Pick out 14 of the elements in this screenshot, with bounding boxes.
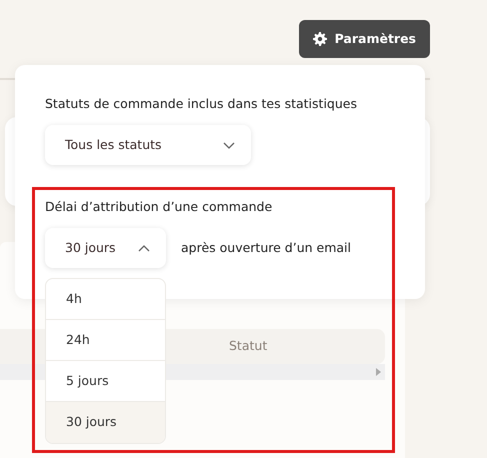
field-label: Statuts de commande inclus dans tes statistiques [45,95,358,113]
scroll-right-icon[interactable] [376,368,381,376]
dropdown-option[interactable]: 4h [46,279,165,320]
column-header: Statut [229,337,268,356]
chevron-up-icon [138,244,150,252]
field-label: Délai d’attribution d’une commande [45,198,274,216]
dropdown-select[interactable]: 30 jours [45,228,166,268]
settings-button[interactable]: Paramètres [298,20,430,58]
gear-icon [312,32,327,46]
dropdown-option[interactable]: 30 jours [46,402,165,443]
dropdown-select[interactable]: Tous les statuts [45,125,251,165]
dropdown-option[interactable]: 24h [46,320,165,361]
chevron-down-icon [223,142,235,148]
suffix-text: après ouverture d’un email [181,238,351,257]
